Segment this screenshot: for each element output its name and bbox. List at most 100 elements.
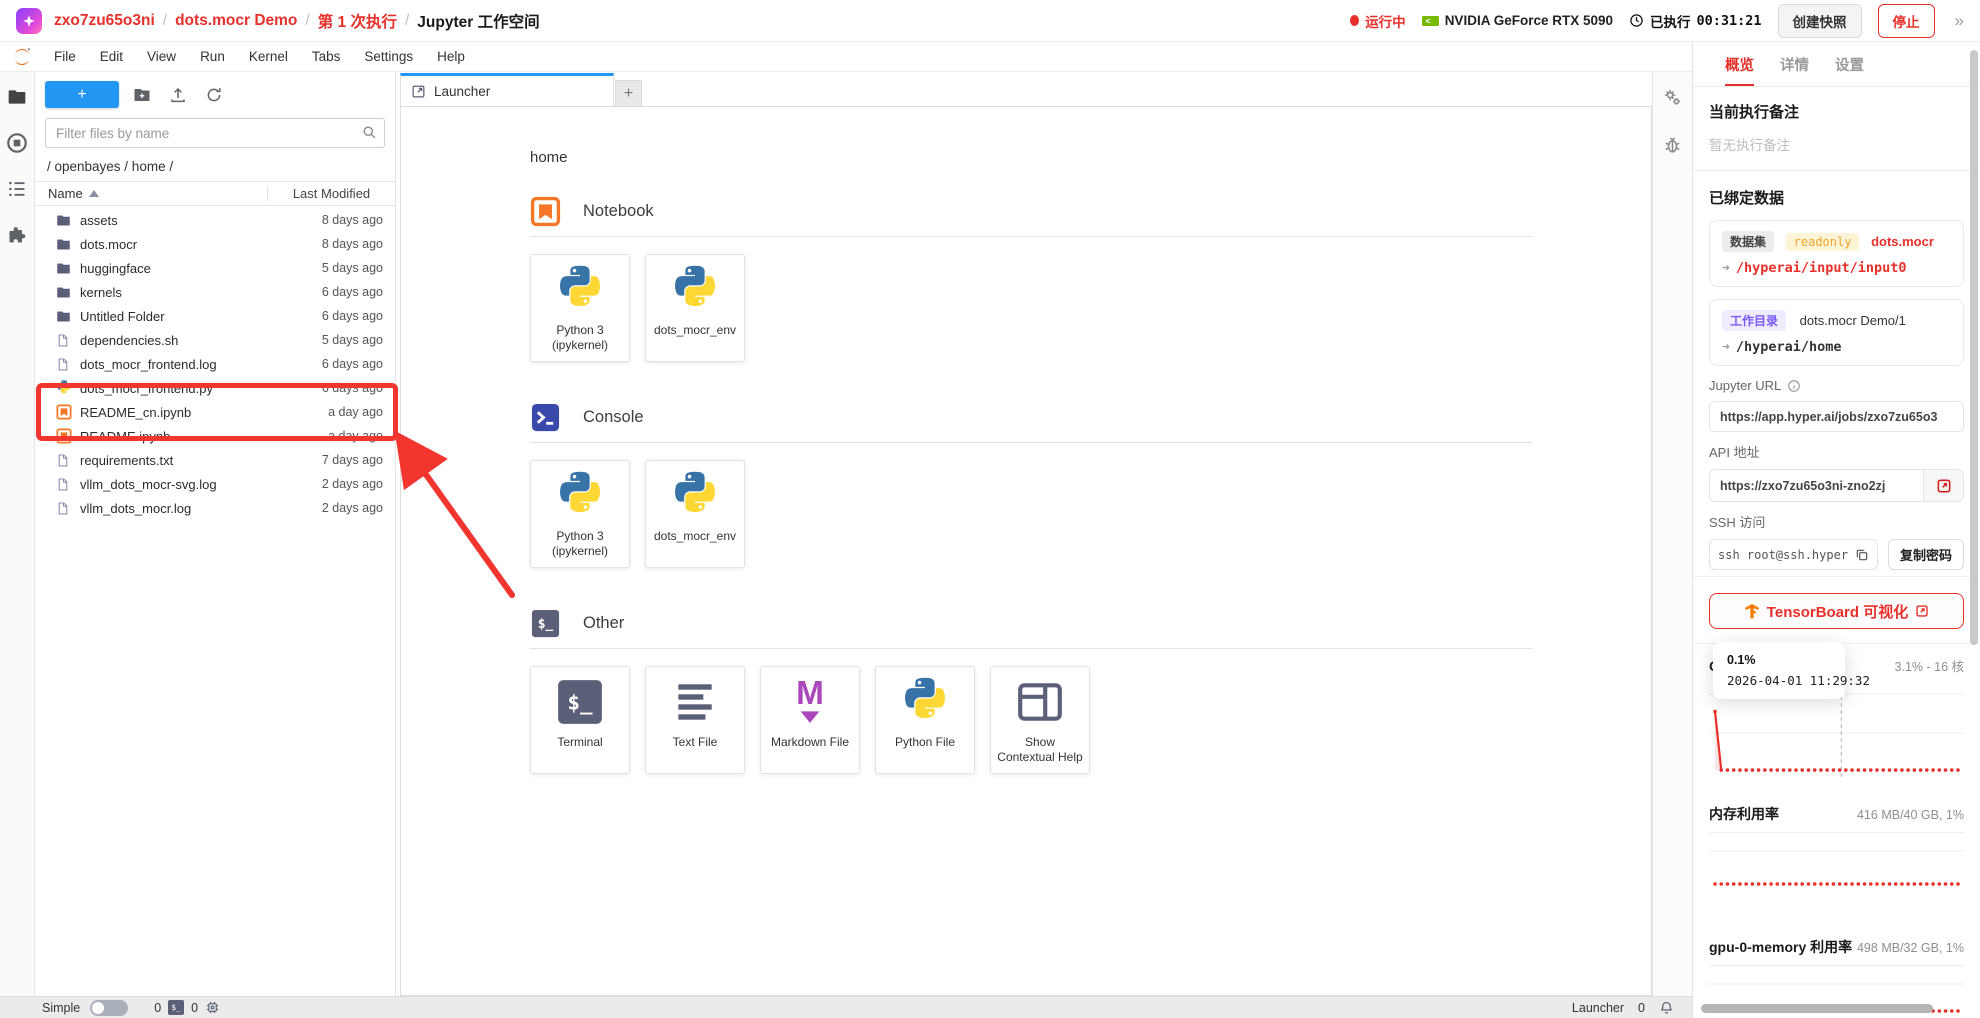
- platform-logo-icon[interactable]: [16, 8, 42, 34]
- column-last-modified[interactable]: Last Modified: [267, 186, 395, 201]
- file-path-breadcrumb[interactable]: / openbayes / home /: [35, 154, 395, 181]
- filter-files-input[interactable]: [45, 118, 385, 148]
- menu-edit[interactable]: Edit: [88, 49, 135, 64]
- platform-top-bar: zxo7zu65o3ni / dots.mocr Demo / 第 1 次执行 …: [0, 0, 1980, 42]
- api-url-field[interactable]: https://zxo7zu65o3ni-zno2zj: [1710, 470, 1923, 501]
- breadcrumb-execution[interactable]: 第 1 次执行: [318, 10, 397, 32]
- property-inspector-tab-icon[interactable]: [1662, 86, 1684, 108]
- arrow-right-icon: ➜: [1722, 340, 1730, 355]
- file-row[interactable]: vllm_dots_mocr.log2 days ago: [35, 496, 395, 520]
- file-modified: a day ago: [328, 405, 383, 419]
- refresh-icon[interactable]: [201, 82, 227, 108]
- memory-usage-chart[interactable]: [1709, 837, 1964, 929]
- menu-help[interactable]: Help: [425, 49, 477, 64]
- file-icon: [56, 452, 72, 468]
- breadcrumb-user[interactable]: zxo7zu65o3ni: [54, 12, 155, 30]
- file-row[interactable]: vllm_dots_mocr-svg.log2 days ago: [35, 472, 395, 496]
- extensions-tab-icon[interactable]: [6, 224, 28, 246]
- dataset-path[interactable]: /hyperai/input/input0: [1736, 260, 1907, 276]
- simple-mode-toggle[interactable]: [90, 1000, 128, 1016]
- new-launcher-button[interactable]: +: [45, 81, 119, 108]
- file-row[interactable]: dots_mocr_frontend.py6 days ago: [35, 376, 395, 400]
- bell-icon[interactable]: [1659, 1000, 1674, 1015]
- dataset-name[interactable]: dots.mocr: [1871, 234, 1934, 249]
- memory-chart-value: 416 MB/40 GB, 1%: [1857, 808, 1964, 822]
- file-row[interactable]: requirements.txt7 days ago: [35, 448, 395, 472]
- jupyter-app: FileEditViewRunKernelTabsSettingsHelp: [0, 42, 1693, 1018]
- dock-tab-bar: Launcher +: [400, 72, 1652, 106]
- launcher-card[interactable]: Python 3 (ipykernel): [530, 460, 630, 568]
- tensorboard-button[interactable]: TensorBoard 可视化: [1709, 593, 1964, 629]
- new-folder-icon[interactable]: [129, 82, 155, 108]
- menu-file[interactable]: File: [42, 49, 88, 64]
- workdir-name[interactable]: dots.mocr Demo/1: [1800, 313, 1906, 328]
- terminal-status-icon[interactable]: $_: [168, 1000, 184, 1015]
- file-row[interactable]: dots_mocr_frontend.log6 days ago: [35, 352, 395, 376]
- stop-button[interactable]: 停止: [1878, 4, 1935, 38]
- ssh-command-field[interactable]: ssh root@ssh.hyper: [1709, 539, 1878, 570]
- copy-password-button[interactable]: 复制密码: [1888, 539, 1964, 570]
- debugger-tab-icon[interactable]: [1662, 134, 1684, 156]
- menu-kernel[interactable]: Kernel: [237, 49, 300, 64]
- launcher-card[interactable]: Show Contextual Help: [990, 666, 1090, 774]
- create-snapshot-button[interactable]: 创建快照: [1778, 4, 1862, 38]
- launcher-card[interactable]: Text File: [645, 666, 745, 774]
- column-name[interactable]: Name: [35, 186, 267, 201]
- jupyter-url-field[interactable]: https://app.hyper.ai/jobs/zxo7zu65o3: [1709, 401, 1964, 432]
- file-browser-tab-icon[interactable]: [6, 86, 28, 108]
- left-activity-bar: [0, 72, 35, 996]
- menu-view[interactable]: View: [135, 49, 188, 64]
- kernel-status-icon[interactable]: [205, 1000, 220, 1015]
- tab-settings[interactable]: 设置: [1835, 54, 1864, 86]
- menu-run[interactable]: Run: [188, 49, 237, 64]
- workdir-path[interactable]: /hyperai/home: [1736, 339, 1842, 355]
- memory-chart-title: 内存利用率: [1709, 804, 1779, 824]
- file-row[interactable]: README_cn.ipynba day ago: [35, 400, 395, 424]
- file-row[interactable]: dots.mocr8 days ago: [35, 232, 395, 256]
- tab-launcher[interactable]: Launcher: [400, 73, 614, 106]
- menu-tabs[interactable]: Tabs: [300, 49, 353, 64]
- info-icon[interactable]: [1787, 379, 1801, 393]
- upload-icon[interactable]: [165, 82, 191, 108]
- file-icon: [56, 356, 72, 372]
- copy-icon[interactable]: [1855, 548, 1869, 562]
- breadcrumb-workspace: Jupyter 工作空间: [417, 10, 539, 32]
- menu-settings[interactable]: Settings: [352, 49, 425, 64]
- breadcrumb-project[interactable]: dots.mocr Demo: [175, 12, 297, 30]
- tab-overview[interactable]: 概览: [1725, 54, 1754, 86]
- file-row[interactable]: assets8 days ago: [35, 208, 395, 232]
- launcher-card[interactable]: Python 3 (ipykernel): [530, 254, 630, 362]
- tab-details[interactable]: 详情: [1780, 54, 1809, 86]
- launcher-card[interactable]: $_Terminal: [530, 666, 630, 774]
- file-row[interactable]: Untitled Folder6 days ago: [35, 304, 395, 328]
- file-name: dots.mocr: [80, 237, 322, 252]
- launcher-section-title: Notebook: [583, 202, 654, 221]
- folder-icon: [56, 212, 72, 228]
- gpu-chart-value: 498 MB/32 GB, 1%: [1857, 941, 1964, 955]
- open-api-button[interactable]: [1923, 470, 1963, 501]
- launcher-card[interactable]: dots_mocr_env: [645, 460, 745, 568]
- table-of-contents-tab-icon[interactable]: [6, 178, 28, 200]
- collapse-panel-icon[interactable]: »: [1955, 11, 1964, 31]
- file-modified: 5 days ago: [322, 333, 383, 347]
- tooltip-timestamp: 2026-04-01 11:29:32: [1727, 673, 1831, 688]
- launcher-card-label: dots_mocr_env: [654, 323, 736, 338]
- new-tab-button[interactable]: +: [615, 80, 642, 106]
- terminal-count: 0: [154, 1001, 161, 1015]
- file-row[interactable]: huggingface5 days ago: [35, 256, 395, 280]
- file-row[interactable]: README.ipynba day ago: [35, 424, 395, 448]
- panel-vertical-scrollbar[interactable]: [1970, 50, 1978, 645]
- markdown-icon: M: [785, 677, 835, 727]
- launcher-card[interactable]: MMarkdown File: [760, 666, 860, 774]
- file-modified: 5 days ago: [322, 261, 383, 275]
- launcher-card[interactable]: Python File: [875, 666, 975, 774]
- panel-horizontal-scrollbar[interactable]: [1701, 1004, 1933, 1013]
- file-icon: [56, 500, 72, 516]
- file-name: README.ipynb: [80, 429, 328, 444]
- file-row[interactable]: dependencies.sh5 days ago: [35, 328, 395, 352]
- notebook-icon: [530, 196, 561, 227]
- file-row[interactable]: kernels6 days ago: [35, 280, 395, 304]
- launcher-card[interactable]: dots_mocr_env: [645, 254, 745, 362]
- external-link-icon: [1915, 604, 1929, 618]
- running-kernels-tab-icon[interactable]: [6, 132, 28, 154]
